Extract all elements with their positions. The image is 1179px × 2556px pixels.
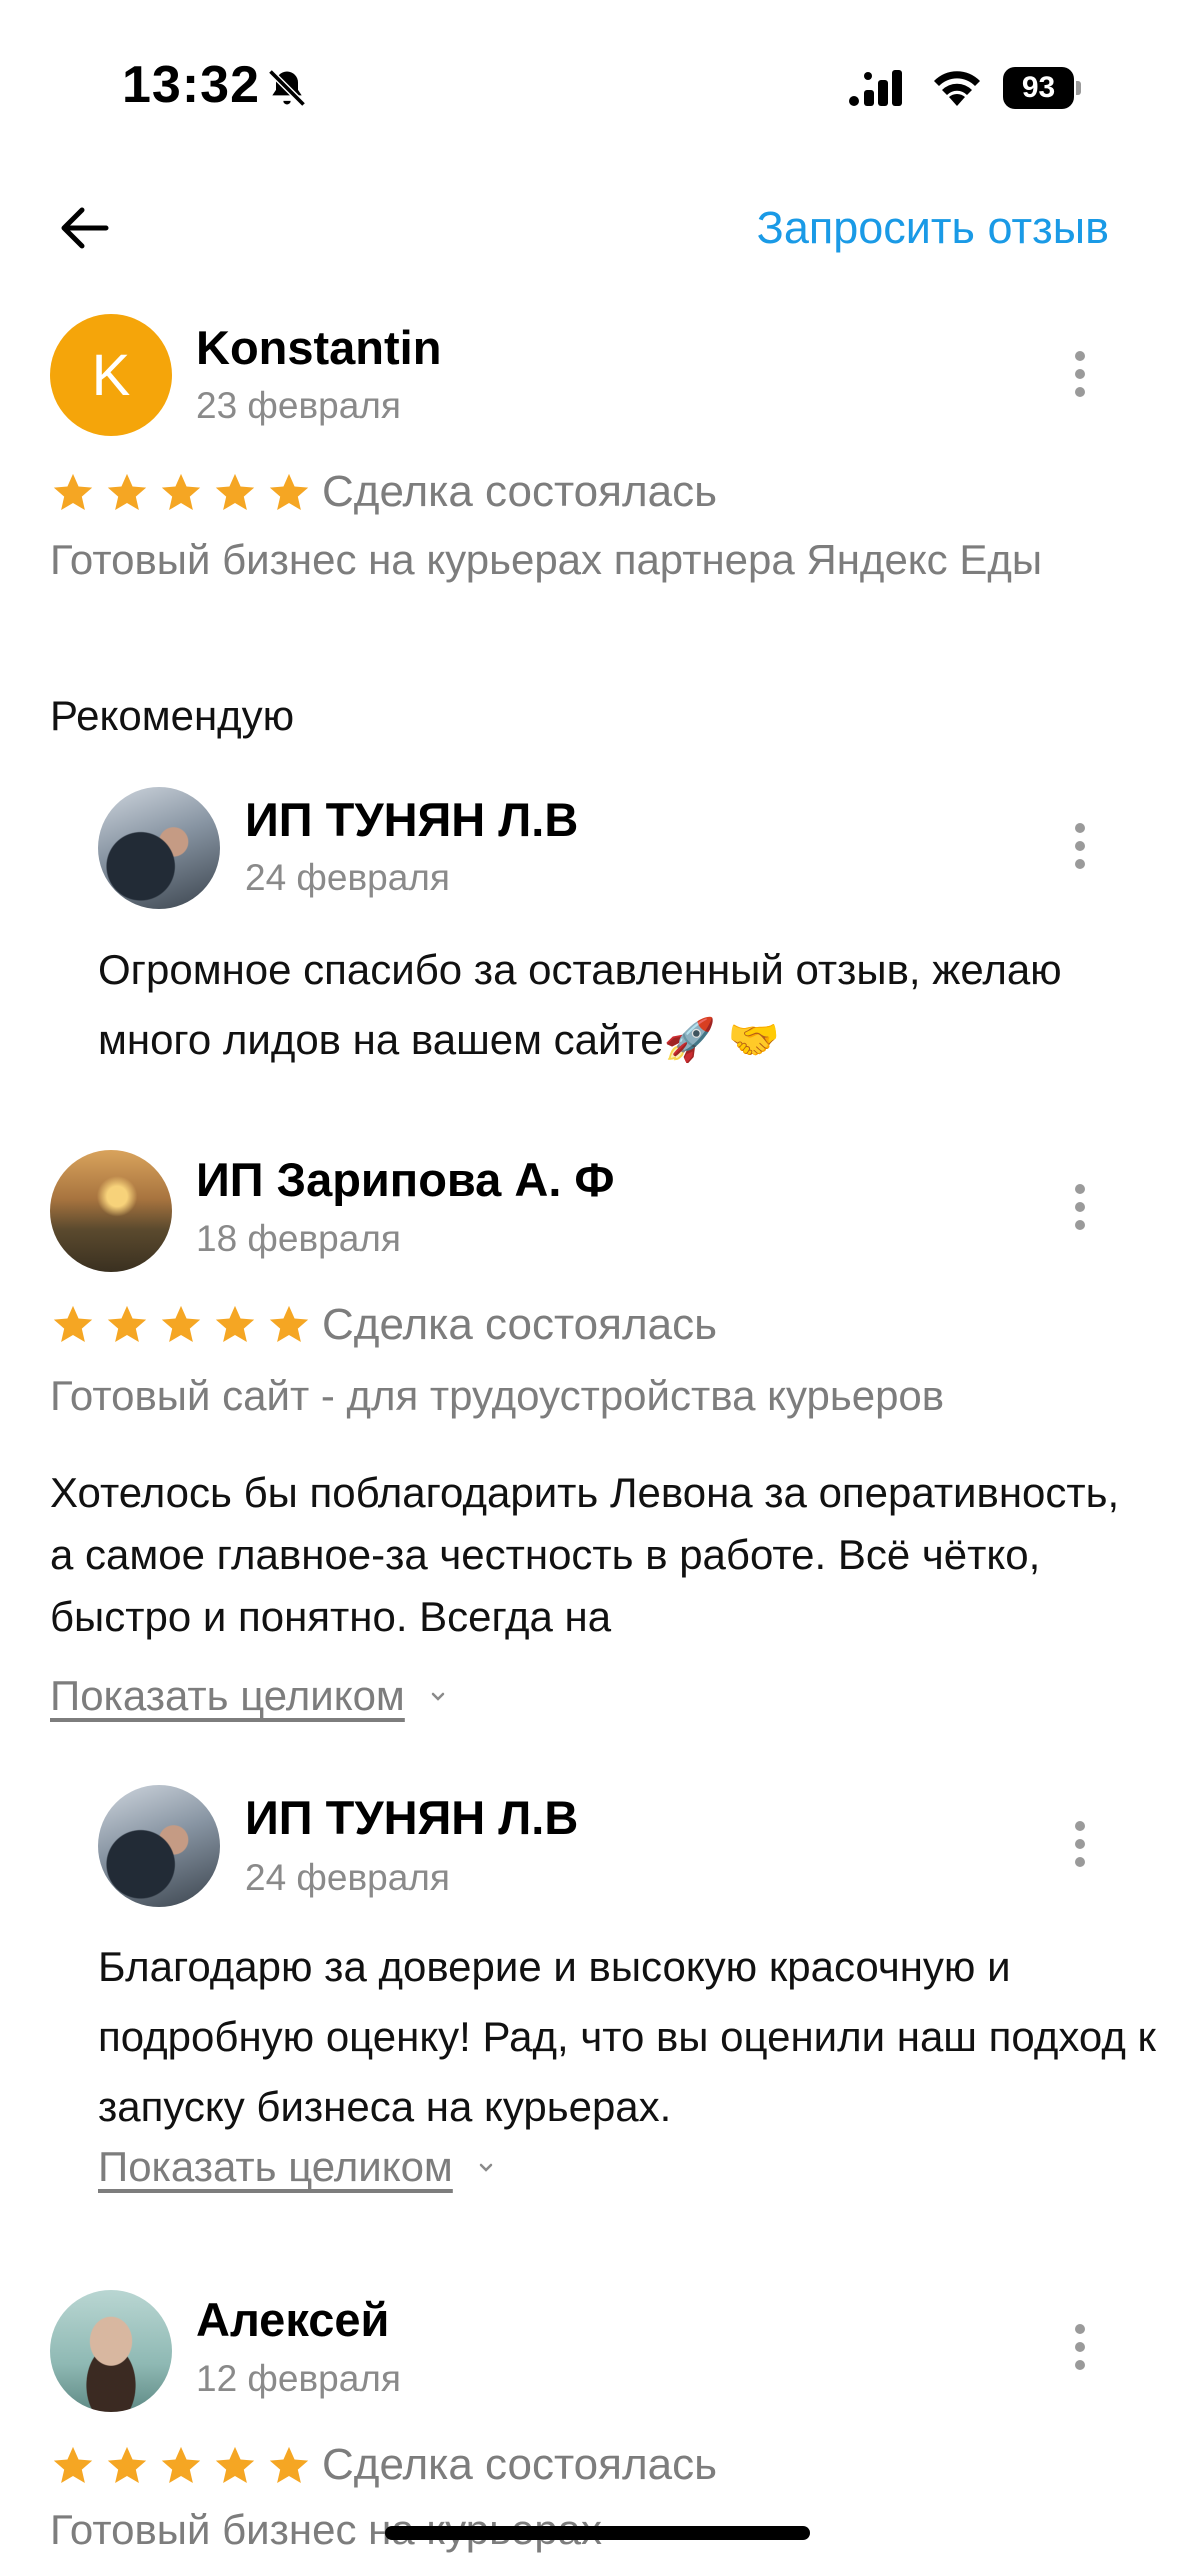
star-icon [53, 473, 93, 511]
more-options-button[interactable] [1055, 2307, 1105, 2387]
rating-stars [50, 470, 312, 516]
ad-title[interactable]: Готовый бизнес на курьерах партнера Янде… [50, 530, 1100, 590]
star-icon [107, 473, 147, 511]
star-icon [215, 1305, 255, 1343]
star-icon [161, 2446, 201, 2484]
star-icon [53, 1305, 93, 1343]
arrow-left-icon [61, 207, 109, 249]
dot [1075, 859, 1085, 869]
battery-indicator: 93 [1003, 67, 1081, 109]
dot [1075, 1220, 1085, 1230]
star-icon [161, 473, 201, 511]
reply-author: ИП ТУНЯН Л.В [245, 793, 579, 846]
reviewer-name: Konstantin [196, 321, 442, 374]
reply-text: Огромное спасибо за оставленный отзыв, ж… [98, 946, 1062, 1063]
dot [1075, 2324, 1085, 2334]
star-icon [269, 2446, 309, 2484]
avatar [50, 1150, 172, 1272]
reply-date: 24 февраля [245, 1857, 450, 1898]
chevron-down-icon [431, 1692, 445, 1701]
review-text: Рекомендую [50, 692, 295, 739]
battery-level: 93 [1003, 67, 1074, 109]
ad-title[interactable]: Готовый сайт - для трудоустройства курье… [50, 1366, 1100, 1426]
dot [1075, 1857, 1085, 1867]
more-options-button[interactable] [1055, 806, 1105, 886]
avatar [98, 787, 220, 909]
more-options-button[interactable] [1055, 1804, 1105, 1884]
wifi-icon [934, 71, 980, 106]
show-more-label: Показать целиком [98, 2143, 453, 2190]
star-icon [107, 1305, 147, 1343]
status-time: 13:32 [122, 56, 260, 114]
review-date: 18 февраля [196, 1218, 401, 1259]
reviewer-name: Алексей [196, 2293, 390, 2346]
show-more-link[interactable]: Показать целиком [98, 2143, 497, 2191]
star-icon [215, 473, 255, 511]
avatar: K [50, 314, 172, 436]
home-indicator [385, 2526, 810, 2540]
more-options-button[interactable] [1055, 334, 1105, 414]
rating-stars [50, 2443, 312, 2489]
review-text: Хотелось бы поблагодарить Левона за опер… [50, 1469, 1120, 1640]
deal-status: Сделка состоялась [322, 1300, 718, 1349]
rating-stars [50, 1302, 312, 1348]
star-icon [53, 2446, 93, 2484]
dot [1075, 387, 1085, 397]
star-icon [215, 2446, 255, 2484]
dot [1075, 1839, 1085, 1849]
dot [1075, 1821, 1085, 1831]
request-review-link[interactable]: Запросить отзыв [757, 202, 1109, 254]
deal-status: Сделка состоялась [322, 2440, 718, 2489]
dot [1075, 351, 1085, 361]
bell-muted-icon [268, 69, 306, 107]
reviews-screen: 13:32 93 Запросить отзыв K Konstantin 23… [0, 0, 1179, 2556]
more-options-button[interactable] [1055, 1167, 1105, 1247]
avatar [98, 1785, 220, 1907]
dot [1075, 823, 1085, 833]
deal-status: Сделка состоялась [322, 467, 718, 516]
star-icon [269, 1305, 309, 1343]
back-button[interactable] [48, 192, 120, 264]
dot [1075, 2342, 1085, 2352]
signal-icon [849, 70, 902, 106]
star-icon [107, 2446, 147, 2484]
star-icon [269, 473, 309, 511]
dot [1075, 1202, 1085, 1212]
dot [1075, 841, 1085, 851]
star-icon [161, 1305, 201, 1343]
avatar [50, 2290, 172, 2412]
reply-date: 24 февраля [245, 857, 450, 898]
chevron-down-icon [479, 2163, 493, 2172]
show-more-link[interactable]: Показать целиком [50, 1672, 449, 1720]
dot [1075, 1184, 1085, 1194]
battery-cap [1076, 81, 1081, 95]
review-date: 12 февраля [196, 2358, 401, 2399]
dot [1075, 369, 1085, 379]
reply-author: ИП ТУНЯН Л.В [245, 1791, 579, 1844]
review-date: 23 февраля [196, 385, 401, 426]
reviewer-name: ИП Зарипова А. Ф [196, 1153, 615, 1206]
show-more-label: Показать целиком [50, 1672, 405, 1719]
status-bar: 13:32 93 [0, 0, 1179, 180]
reply-text: Благодарю за доверие и высокую красочную… [98, 1943, 1156, 2130]
dot [1075, 2360, 1085, 2370]
